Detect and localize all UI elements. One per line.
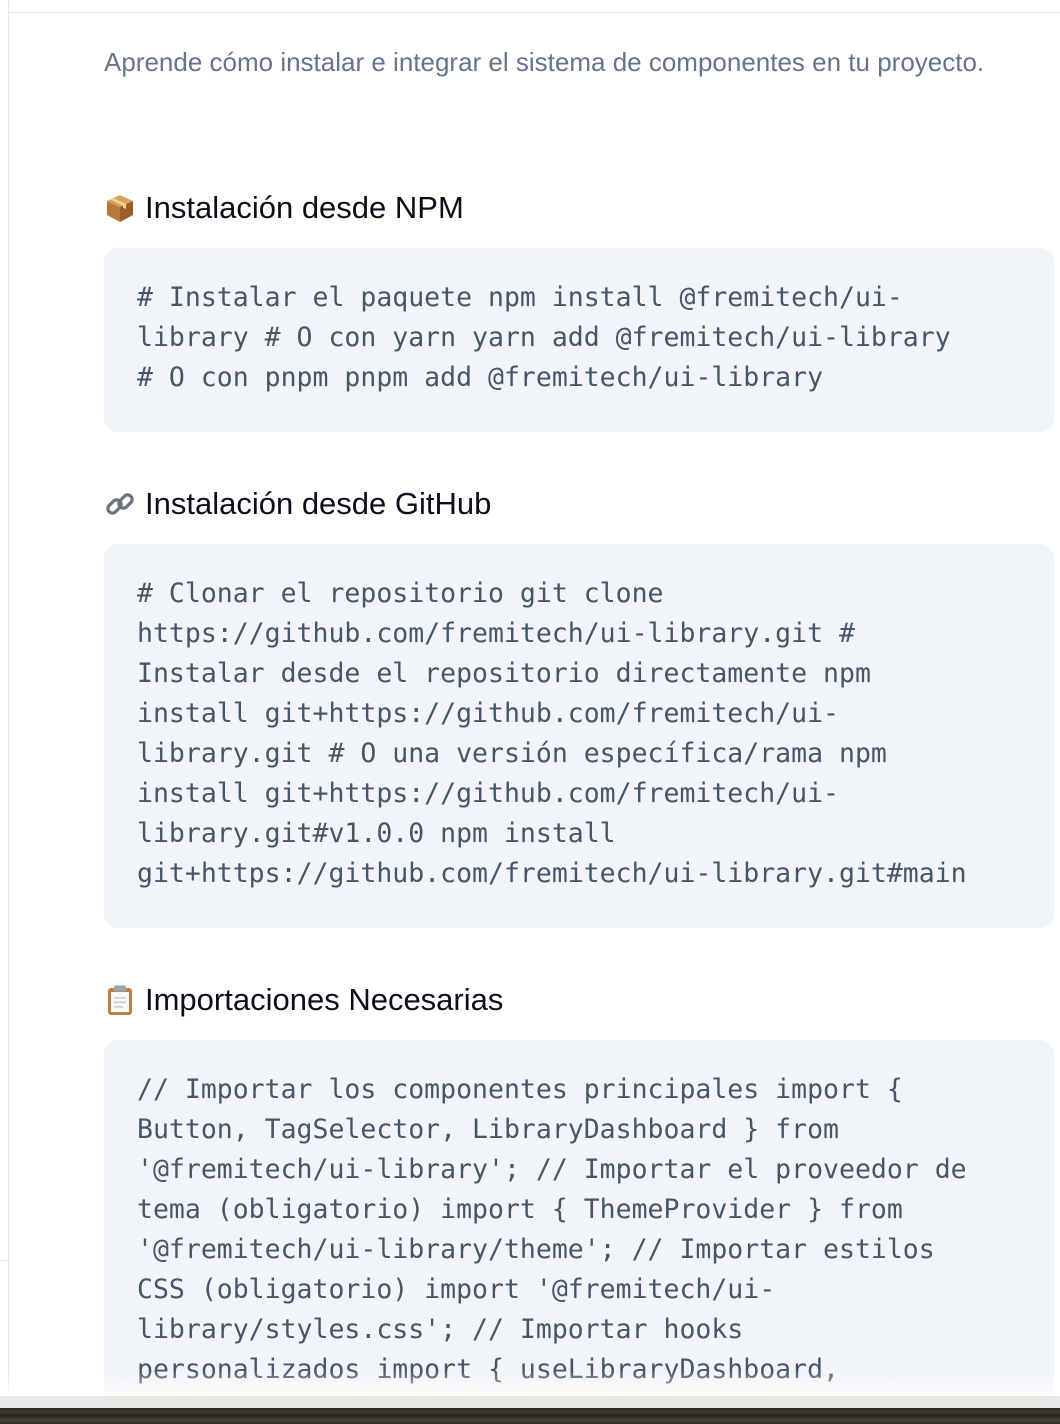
header-border	[8, 12, 1060, 13]
code-block-npm[interactable]: # Instalar el paquete npm install @fremi…	[104, 248, 1054, 432]
page-intro: Aprende cómo instalar e integrar el sist…	[104, 47, 985, 77]
link-icon	[104, 488, 136, 520]
package-icon	[104, 192, 136, 224]
section-heading-github: Instalación desde GitHub	[104, 484, 491, 524]
code-text: # Clonar el repositorio git clone https:…	[137, 578, 967, 889]
section-heading-imports: Importaciones Necesarias	[104, 980, 503, 1020]
sidebar-border	[8, 0, 9, 1396]
sidebar-divider	[0, 1260, 8, 1261]
clipboard-icon	[104, 984, 136, 1016]
section-title: Instalación desde GitHub	[145, 486, 492, 521]
code-text: # Instalar el paquete npm install @fremi…	[137, 282, 951, 393]
scroll-fade	[0, 1370, 1060, 1396]
section-title: Instalación desde NPM	[145, 190, 464, 225]
code-text: // Importar los componentes principales …	[137, 1074, 967, 1385]
section-title: Importaciones Necesarias	[145, 982, 504, 1017]
code-block-imports[interactable]: // Importar los componentes principales …	[104, 1040, 1054, 1424]
section-heading-npm: Instalación desde NPM	[104, 188, 464, 228]
window-bottom-edge	[0, 1396, 1060, 1424]
code-block-github[interactable]: # Clonar el repositorio git clone https:…	[104, 544, 1054, 928]
